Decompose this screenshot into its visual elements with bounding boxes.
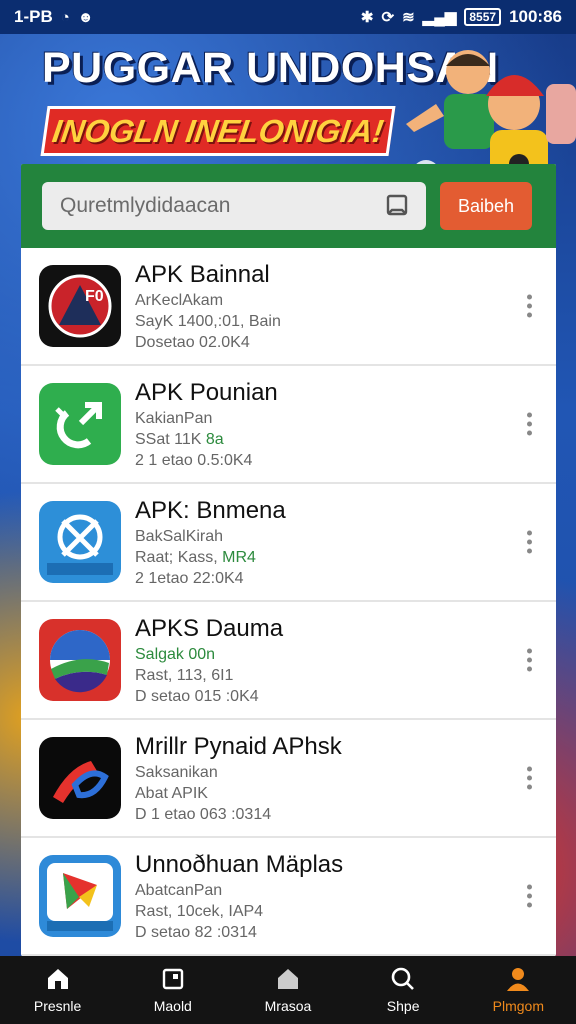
- signal-icon: ▂▄▆: [422, 9, 457, 26]
- app-update-date: 2 1etao 22:0K4: [135, 569, 244, 587]
- sync-icon: ⟳: [381, 9, 395, 26]
- app-stats: SayK 1400,:01, Bain: [135, 312, 281, 330]
- person-icon: [507, 968, 530, 991]
- nav-label: Shpe: [386, 998, 420, 1014]
- app-update-date: 2 1 etao 0.5:0K4: [135, 451, 253, 469]
- list-item[interactable]: APKS Dauma Salgak 00n Rast, 113, 6I1 D s…: [21, 602, 556, 720]
- carrier-label: 1-PB: [14, 7, 53, 26]
- nav-item-maold[interactable]: Maold: [128, 966, 218, 1014]
- banner-subtitle: INOGLN INELONIGIA!: [50, 112, 386, 149]
- nav-label: Maold: [153, 998, 192, 1014]
- more-options-icon[interactable]: [527, 648, 532, 672]
- home-icon: [47, 969, 68, 989]
- notification-icon: ◔: [60, 8, 70, 26]
- nav-label: Presnle: [33, 998, 82, 1014]
- battery-icon: 8557: [464, 8, 502, 26]
- app-list-panel: Baibeh F0 APK Bainnal ArKeclAkam SayK 14…: [21, 164, 556, 956]
- app-developer: KakianPan: [135, 409, 213, 427]
- clock: 100:86: [509, 7, 562, 26]
- house-icon: [277, 969, 298, 989]
- nav-label: Plmgom: [492, 998, 545, 1014]
- nav-item-presnle[interactable]: Presnle: [13, 966, 103, 1014]
- nav-item-shpe[interactable]: Shpe: [358, 966, 448, 1014]
- app-developer: AbatcanPan: [135, 881, 223, 899]
- search-icon: [391, 967, 415, 990]
- dauma-app-icon: [39, 619, 121, 701]
- nav-label: Mrasoa: [264, 998, 312, 1014]
- more-options-icon[interactable]: [527, 294, 532, 318]
- wifi-icon: ≋: [402, 9, 415, 26]
- app-stats: Raat; Kass, MR4: [135, 549, 286, 567]
- app-developer: ArKeclAkam: [135, 291, 224, 309]
- app-update-date: D setao 015 :0K4: [135, 687, 259, 705]
- app-name: APK: Bnmena: [135, 496, 286, 524]
- banner-subtitle-box: INOGLN INELONIGIA!: [40, 106, 396, 156]
- bottom-navigation: Presnle Maold Mrasoa Shpe Plmgom: [0, 956, 576, 1024]
- promo-banner[interactable]: PUGGAR UNDOHSAN INOGLN INELONIGIA!: [0, 34, 576, 200]
- square-icon: [162, 968, 183, 990]
- more-options-icon[interactable]: [527, 412, 532, 436]
- bnmena-app-icon: [39, 501, 121, 583]
- nav-item-plmgom[interactable]: Plmgom: [473, 966, 563, 1014]
- clipboard-icon[interactable]: [384, 193, 410, 219]
- app-stats: SSat 11K 8a: [135, 431, 278, 449]
- app-name: APKS Dauma: [135, 614, 284, 642]
- app-stats-text: SSat 11K: [135, 430, 202, 448]
- app-developer: Saksanikan: [135, 763, 218, 781]
- search-button[interactable]: Baibeh: [440, 182, 532, 230]
- list-item[interactable]: Mrillr Pynaid APhsk Saksanikan Abat APIK…: [21, 720, 556, 838]
- maplas-app-icon: [39, 855, 121, 937]
- search-bar: Baibeh: [21, 164, 556, 248]
- app-stats: Abat APIK: [135, 784, 208, 802]
- list-item[interactable]: F0 APK Bainnal ArKeclAkam SayK 1400,:01,…: [21, 248, 556, 366]
- app-name: Mrillr Pynaid APhsk: [135, 732, 342, 760]
- app-update-date: D setao 82 :0314: [135, 923, 257, 941]
- app-developer: BakSalKirah: [135, 527, 224, 545]
- list-item[interactable]: APK: Bnmena BakSalKirah Raat; Kass, MR4 …: [21, 484, 556, 602]
- app-stats: Rast, 113, 6I1: [135, 666, 234, 684]
- pynaid-app-icon: [39, 737, 121, 819]
- app-stats-text: Raat; Kass,: [135, 548, 218, 566]
- app-stats-accent: 8a: [205, 430, 224, 448]
- app-notification-icon: ☻: [77, 8, 94, 26]
- app-name: APK Pounian: [135, 378, 278, 406]
- more-options-icon[interactable]: [527, 884, 532, 908]
- app-update-date: Dosetao 02.0K4: [135, 333, 250, 351]
- search-field[interactable]: [42, 182, 426, 230]
- app-name: Unnoðhuan Mäplas: [135, 850, 344, 878]
- more-options-icon[interactable]: [527, 530, 532, 554]
- app-update-date: D 1 etao 063 :0314: [135, 805, 272, 823]
- app-stats-accent: MR4: [222, 548, 256, 566]
- app-stats: Rast, 10cek, IAP4: [135, 902, 264, 920]
- app-developer: Salgak 00n: [135, 645, 216, 663]
- list-item[interactable]: Unnoðhuan Mäplas AbatcanPan Rast, 10cek,…: [21, 838, 556, 956]
- svg-text:F0: F0: [85, 288, 104, 305]
- bluetooth-icon: ✱: [360, 9, 374, 26]
- nav-item-mrasoa[interactable]: Mrasoa: [243, 966, 333, 1014]
- status-bar: 1-PB ◔ ☻ ✱ ⟳ ≋ ▂▄▆ 8557 100:86: [0, 0, 576, 34]
- list-item[interactable]: APK Pounian KakianPan SSat 11K 8a 2 1 et…: [21, 366, 556, 484]
- search-input[interactable]: [58, 193, 362, 219]
- bainnal-app-icon: F0: [39, 265, 121, 347]
- app-name: APK Bainnal: [135, 260, 270, 288]
- more-options-icon[interactable]: [527, 766, 532, 790]
- app-list: F0 APK Bainnal ArKeclAkam SayK 1400,:01,…: [21, 248, 556, 956]
- pounian-app-icon: [39, 383, 121, 465]
